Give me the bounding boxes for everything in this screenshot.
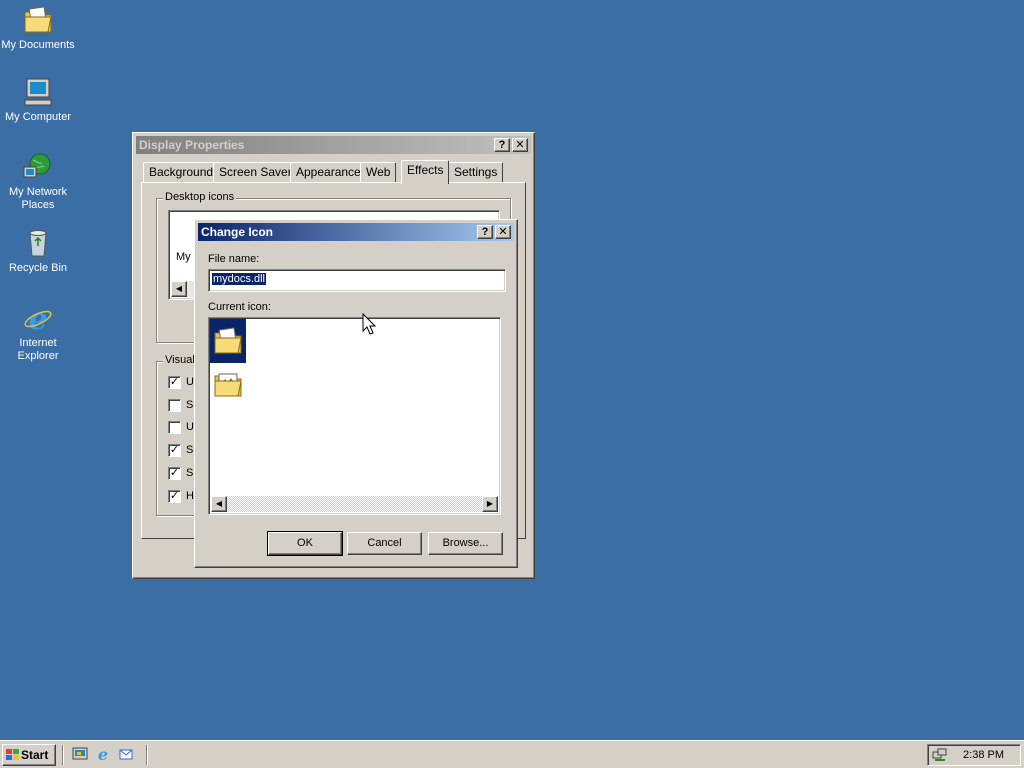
scroll-left-button[interactable]: ◀ <box>211 496 227 512</box>
network-places-icon <box>23 153 51 178</box>
option-label-1: U <box>186 376 194 388</box>
desktop-icon-my-computer[interactable]: My Computer <box>0 76 76 124</box>
my-documents-icon <box>24 6 52 33</box>
system-tray: 2:38 PM <box>927 744 1021 766</box>
visual-effects-group-label: Visual <box>163 354 197 366</box>
quick-launch-show-desktop[interactable] <box>72 746 90 764</box>
file-name-input[interactable]: mydocs.dll <box>208 269 506 292</box>
scroll-left-button[interactable]: ◀ <box>171 281 187 297</box>
taskbar-separator <box>146 745 148 765</box>
current-icon-label: Current icon: <box>208 301 271 313</box>
start-button[interactable]: Start <box>2 744 56 766</box>
outlook-express-icon <box>119 749 133 760</box>
ok-button[interactable]: OK <box>267 531 343 556</box>
quick-launch-outlook[interactable] <box>118 746 136 764</box>
my-documents-folder-icon <box>214 327 242 354</box>
my-computer-icon <box>24 78 52 106</box>
option-checkbox-3[interactable] <box>168 421 181 434</box>
option-checkbox-1[interactable]: ✓ <box>168 376 181 389</box>
option-checkbox-2[interactable] <box>168 399 181 412</box>
recycle-bin-icon <box>29 230 47 257</box>
help-button[interactable]: ? <box>477 225 493 239</box>
change-icon-titlebar[interactable]: Change Icon ? ✕ <box>198 223 514 241</box>
pictures-folder-icon <box>214 373 242 397</box>
close-button[interactable]: ✕ <box>512 138 528 152</box>
close-button[interactable]: ✕ <box>495 225 511 239</box>
browse-button[interactable]: Browse... <box>428 532 503 555</box>
desktop-icon-label: Internet Explorer <box>17 337 59 362</box>
icon-option-2[interactable] <box>210 366 246 402</box>
desktop-icon-label: My Computer <box>4 111 72 123</box>
desktop-icon-my-documents[interactable]: My Documents <box>0 4 76 52</box>
taskbar: Start e 2:38 PM <box>0 740 1024 768</box>
icon-option-1[interactable] <box>210 319 246 363</box>
display-properties-titlebar[interactable]: Display Properties ? ✕ <box>136 136 531 154</box>
current-icon-list[interactable]: ◀ ▶ <box>208 317 501 515</box>
tab-web[interactable]: Web <box>360 162 397 182</box>
option-label-3: U <box>186 421 194 433</box>
tab-effects[interactable]: Effects <box>401 160 450 184</box>
desktop-icon-label: My Documents <box>1 39 75 51</box>
desktop-icon-my-network-places[interactable]: My Network Places <box>0 151 76 212</box>
option-label-6: H <box>186 490 194 502</box>
dialog-title: Change Icon <box>201 225 274 239</box>
desktop-icon-label: Recycle Bin <box>8 262 68 274</box>
close-icon: ✕ <box>515 139 525 151</box>
file-name-label: File name: <box>208 253 260 265</box>
option-label-4: S <box>186 444 194 456</box>
quick-launch-ie[interactable]: e <box>95 745 113 764</box>
tab-settings[interactable]: Settings <box>448 162 504 182</box>
change-icon-dialog: Change Icon ? ✕ File name: mydocs.dll Cu… <box>194 219 518 568</box>
desktop-icon-internet-explorer[interactable]: e Internet Explorer <box>0 302 76 363</box>
tab-background[interactable]: Background <box>143 162 220 182</box>
desktop-icon-partial-label: My <box>176 251 191 263</box>
scroll-right-button[interactable]: ▶ <box>482 496 498 512</box>
svg-text:e: e <box>28 302 47 334</box>
desktop-icon-recycle-bin[interactable]: Recycle Bin <box>0 227 76 275</box>
tab-screen-saver[interactable]: Screen Saver <box>213 162 298 182</box>
desktop-icons-group-label: Desktop icons <box>163 191 237 203</box>
mouse-cursor-icon <box>362 313 376 335</box>
desktop-icon-label: My Network Places <box>8 186 68 211</box>
horizontal-scrollbar[interactable]: ◀ ▶ <box>211 496 498 512</box>
window-title: Display Properties <box>139 138 245 152</box>
network-tray-icon[interactable] <box>932 747 948 763</box>
option-checkbox-5[interactable]: ✓ <box>168 467 181 480</box>
close-icon: ✕ <box>498 226 508 238</box>
svg-text:e: e <box>98 746 108 762</box>
option-checkbox-6[interactable]: ✓ <box>168 490 181 503</box>
internet-explorer-icon: e <box>98 745 108 764</box>
clock[interactable]: 2:38 PM <box>963 749 1004 761</box>
tab-appearance[interactable]: Appearance <box>290 162 367 182</box>
windows-logo-icon <box>6 749 19 760</box>
option-label-2: S <box>186 399 194 411</box>
option-checkbox-4[interactable]: ✓ <box>168 444 181 457</box>
help-button[interactable]: ? <box>494 138 510 152</box>
option-label-5: S <box>186 467 194 479</box>
show-desktop-icon <box>72 747 88 760</box>
cancel-button[interactable]: Cancel <box>347 532 422 555</box>
internet-explorer-icon: e <box>24 302 52 334</box>
file-name-value: mydocs.dll <box>212 273 266 285</box>
taskbar-separator <box>62 745 64 765</box>
